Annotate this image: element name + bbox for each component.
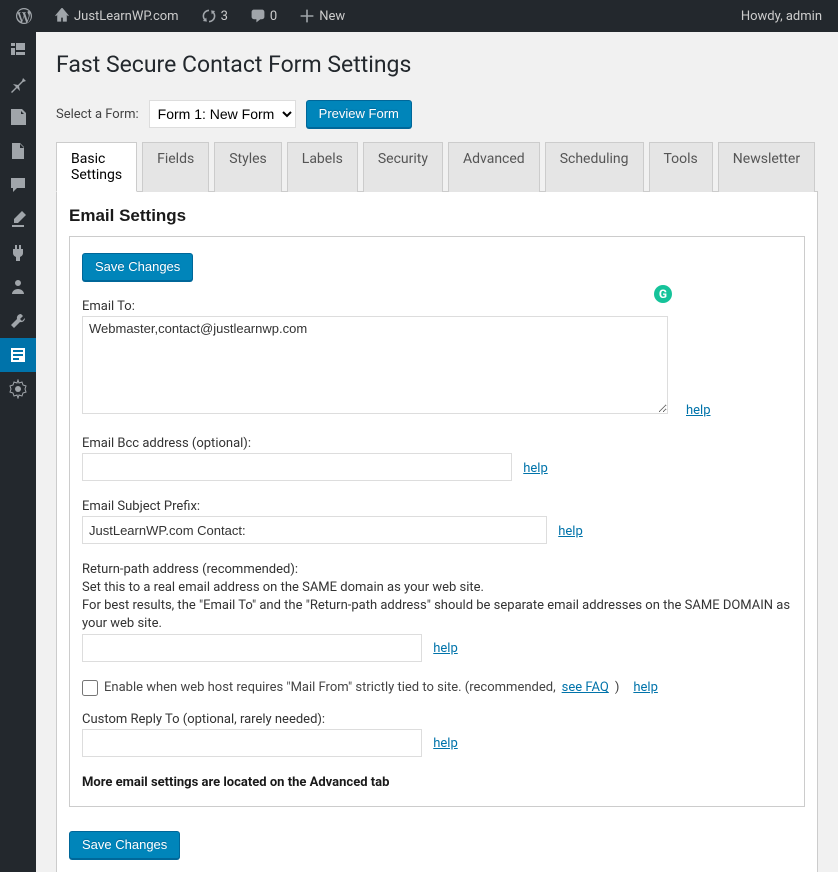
tab-newsletter[interactable]: Newsletter (718, 142, 815, 192)
dashboard-icon (8, 39, 28, 59)
menu-posts[interactable] (0, 66, 36, 100)
return-path-note2: For best results, the "Email To" and the… (82, 597, 792, 633)
updates-count: 3 (221, 9, 228, 24)
brush-icon (8, 209, 28, 229)
new-link[interactable]: New (291, 0, 353, 32)
subject-prefix-help-link[interactable]: help (558, 524, 583, 539)
tab-basic-settings[interactable]: Basic Settings (56, 142, 137, 192)
tab-panel: Email Settings Save Changes G Email To: … (56, 192, 818, 872)
menu-plugins[interactable] (0, 236, 36, 270)
custom-reply-to-input[interactable] (82, 729, 422, 757)
see-faq-link[interactable]: see FAQ (562, 680, 609, 695)
email-to-block: G Email To: help (82, 299, 792, 418)
menu-comments[interactable] (0, 168, 36, 202)
comment-icon (8, 175, 28, 195)
site-name-link[interactable]: JustLearnWP.com (46, 0, 187, 32)
user-icon (8, 277, 28, 297)
comments-count: 0 (270, 9, 277, 24)
tab-advanced[interactable]: Advanced (448, 142, 540, 192)
save-changes-bottom-button[interactable]: Save Changes (69, 831, 180, 859)
admin-bar-left: JustLearnWP.com 3 0 New (8, 0, 353, 32)
form-select-row: Select a Form: Form 1: New Form Preview … (56, 100, 818, 128)
return-path-block: Return-path address (recommended): Set t… (82, 562, 792, 662)
comments-link[interactable]: 0 (242, 0, 285, 32)
grammarly-icon: G (654, 285, 672, 303)
settings-box: Save Changes G Email To: help Email Bcc … (69, 236, 805, 807)
return-path-label: Return-path address (recommended): (82, 562, 792, 577)
media-icon (8, 107, 28, 127)
mail-from-checkbox[interactable] (82, 680, 98, 696)
tab-tools[interactable]: Tools (649, 142, 713, 192)
howdy-text: Howdy, admin (741, 9, 822, 24)
admin-sidebar (0, 32, 36, 872)
menu-users[interactable] (0, 270, 36, 304)
home-icon (54, 8, 70, 24)
comment-icon (250, 8, 266, 24)
email-bcc-label: Email Bcc address (optional): (82, 436, 792, 451)
page-title: Fast Secure Contact Form Settings (56, 42, 818, 82)
section-heading: Email Settings (69, 206, 805, 226)
tab-scheduling[interactable]: Scheduling (545, 142, 644, 192)
update-icon (201, 8, 217, 24)
preview-form-button[interactable]: Preview Form (306, 100, 412, 128)
subject-prefix-input[interactable] (82, 516, 547, 544)
form-icon (8, 345, 28, 365)
pin-icon (8, 73, 28, 93)
subject-prefix-label: Email Subject Prefix: (82, 499, 792, 514)
email-to-label: Email To: (82, 299, 792, 314)
close-paren: ) (615, 680, 620, 695)
admin-bar: JustLearnWP.com 3 0 New Howdy, admin (0, 0, 838, 32)
mail-from-checkbox-row: Enable when web host requires "Mail From… (82, 680, 792, 696)
email-to-textarea[interactable] (82, 316, 668, 414)
custom-reply-to-help-link[interactable]: help (433, 736, 458, 751)
menu-settings[interactable] (0, 372, 36, 406)
custom-reply-to-label: Custom Reply To (optional, rarely needed… (82, 712, 792, 727)
select-form-label: Select a Form: (56, 107, 139, 122)
tabs: Basic Settings Fields Styles Labels Secu… (56, 142, 818, 192)
wp-logo[interactable] (8, 0, 40, 32)
plugin-icon (8, 243, 28, 263)
return-path-input[interactable] (82, 634, 422, 662)
email-bcc-block: Email Bcc address (optional): help (82, 436, 792, 481)
tools-icon (8, 311, 28, 331)
advanced-note: More email settings are located on the A… (82, 775, 792, 790)
form-select[interactable]: Form 1: New Form (149, 100, 296, 128)
tab-styles[interactable]: Styles (214, 142, 282, 192)
return-path-help-link[interactable]: help (433, 641, 458, 656)
tab-security[interactable]: Security (363, 142, 443, 192)
menu-dashboard[interactable] (0, 32, 36, 66)
plus-icon (299, 8, 315, 24)
new-text: New (319, 9, 345, 24)
page-icon (8, 141, 28, 161)
content-area: Fast Secure Contact Form Settings Select… (36, 32, 838, 872)
menu-appearance[interactable] (0, 202, 36, 236)
wordpress-icon (16, 8, 32, 24)
email-to-help-link[interactable]: help (686, 403, 711, 418)
site-name-text: JustLearnWP.com (74, 9, 179, 24)
return-path-note1: Set this to a real email address on the … (82, 579, 792, 597)
menu-pages[interactable] (0, 134, 36, 168)
menu-tools[interactable] (0, 304, 36, 338)
page-wrap: Fast Secure Contact Form Settings Select… (36, 32, 838, 872)
howdy-link[interactable]: Howdy, admin (741, 9, 830, 24)
bottom-save-row: Save Changes (69, 831, 805, 859)
custom-reply-to-block: Custom Reply To (optional, rarely needed… (82, 712, 792, 757)
updates-link[interactable]: 3 (193, 0, 236, 32)
tab-fields[interactable]: Fields (142, 142, 209, 192)
menu-media[interactable] (0, 100, 36, 134)
tab-labels[interactable]: Labels (287, 142, 358, 192)
subject-prefix-block: Email Subject Prefix: help (82, 499, 792, 544)
email-bcc-help-link[interactable]: help (523, 461, 548, 476)
mail-from-text: Enable when web host requires "Mail From… (104, 680, 556, 695)
settings-icon (8, 379, 28, 399)
email-bcc-input[interactable] (82, 453, 512, 481)
mail-from-help-link[interactable]: help (633, 680, 658, 695)
save-changes-top-button[interactable]: Save Changes (82, 253, 193, 281)
menu-current-plugin[interactable] (0, 338, 36, 372)
